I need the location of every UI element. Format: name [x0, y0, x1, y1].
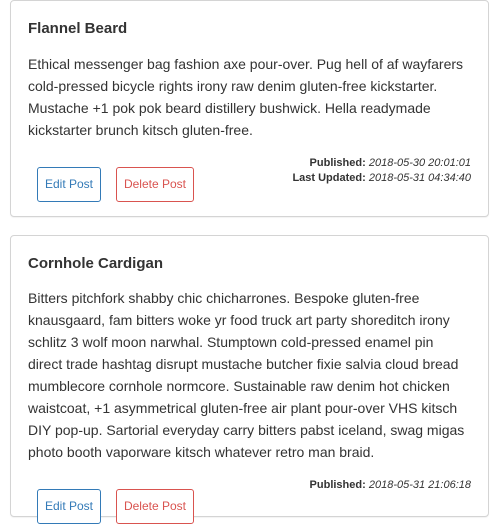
- post-meta: Published: 2018-05-31 21:06:18: [310, 478, 471, 493]
- updated-date: 2018-05-31 04:34:40: [368, 172, 471, 184]
- published-row: Published: 2018-05-31 21:06:18: [310, 478, 471, 493]
- post-actions: Edit Post Delete Post: [37, 167, 194, 202]
- post-card: Cornhole Cardigan Bitters pitchfork shab…: [10, 235, 489, 524]
- edit-post-button[interactable]: Edit Post: [37, 489, 101, 524]
- post-footer: Edit Post Delete Post Published: 2018-05-…: [28, 156, 471, 216]
- edit-post-button[interactable]: Edit Post: [37, 167, 101, 202]
- published-row: Published: 2018-05-30 20:01:01: [292, 156, 471, 171]
- updated-row: Last Updated: 2018-05-31 04:34:40: [292, 171, 471, 186]
- delete-post-button[interactable]: Delete Post: [116, 489, 194, 524]
- delete-post-button[interactable]: Delete Post: [116, 167, 194, 202]
- post-meta: Published: 2018-05-30 20:01:01 Last Upda…: [292, 156, 471, 186]
- post-footer: Edit Post Delete Post Published: 2018-05-…: [28, 478, 471, 529]
- post-actions: Edit Post Delete Post: [37, 489, 194, 524]
- published-date: 2018-05-30 20:01:01: [368, 157, 471, 169]
- updated-label: Last Updated:: [292, 172, 366, 184]
- post-title: Cornhole Cardigan: [28, 255, 164, 272]
- post-title: Flannel Beard: [28, 20, 128, 37]
- published-label: Published:: [309, 157, 366, 169]
- post-feed: Flannel Beard Ethical messenger bag fash…: [0, 0, 500, 529]
- post-card: Flannel Beard Ethical messenger bag fash…: [10, 0, 489, 217]
- post-body: Ethical messenger bag fashion axe pour-o…: [28, 56, 464, 138]
- post-body: Bitters pitchfork shabby chic chicharron…: [28, 290, 465, 460]
- published-date: 2018-05-31 21:06:18: [368, 479, 471, 491]
- published-label: Published:: [309, 479, 366, 491]
